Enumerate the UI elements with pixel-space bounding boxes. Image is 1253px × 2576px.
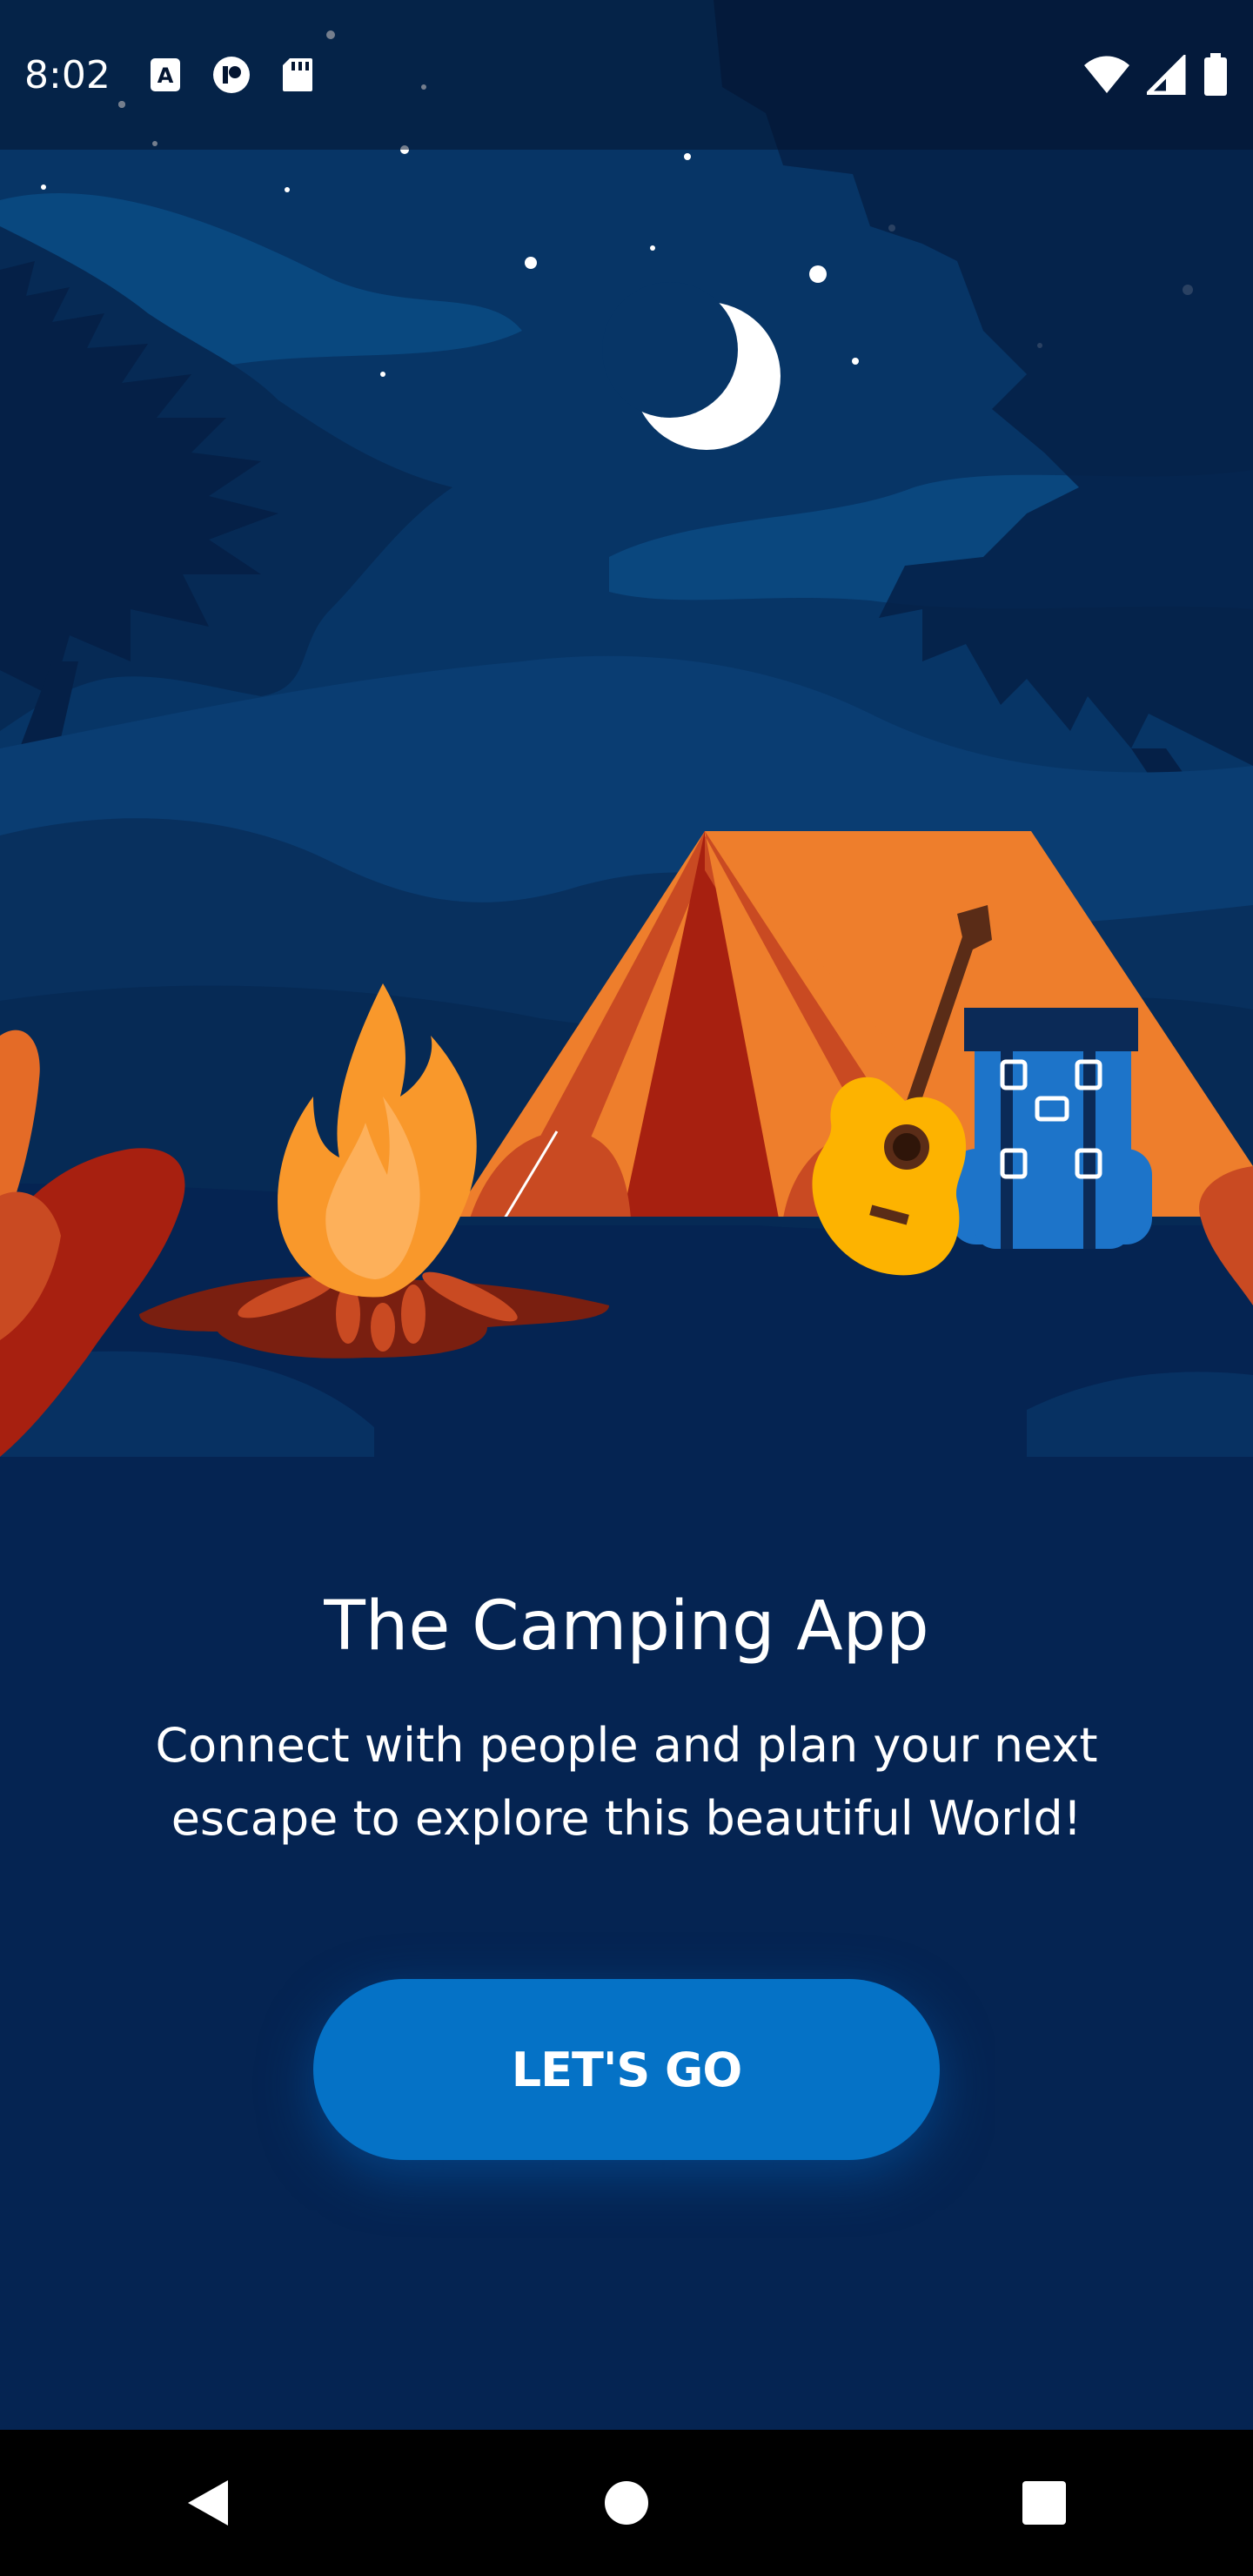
recents-button[interactable] <box>992 2451 1096 2555</box>
back-icon <box>188 2480 228 2526</box>
battery-icon <box>1204 53 1227 96</box>
status-time: 8:02 <box>24 52 111 97</box>
navigation-bar <box>0 2430 1253 2576</box>
wifi-icon <box>1084 56 1129 93</box>
sd-card-icon <box>282 58 312 91</box>
keyboard-a-icon: A <box>150 58 180 91</box>
home-button[interactable] <box>574 2451 679 2555</box>
recents-icon <box>1022 2481 1066 2525</box>
app-screen: 8:02 A The Camping App Connect with peop… <box>0 0 1253 2576</box>
backpack <box>950 1008 1152 1249</box>
welcome-content: The Camping App Connect with people and … <box>0 1457 1253 2430</box>
media-app-icon <box>212 57 250 93</box>
status-left: 8:02 A <box>24 53 318 97</box>
back-button[interactable] <box>157 2451 261 2555</box>
page-title: The Camping App <box>324 1587 929 1666</box>
camping-scene <box>0 0 1253 1457</box>
home-icon <box>605 2481 648 2525</box>
status-right <box>1082 53 1229 97</box>
lets-go-button[interactable]: LET'S GO <box>313 1979 940 2160</box>
page-subtitle: Connect with people and plan your next e… <box>155 1718 1098 1846</box>
hero-illustration <box>0 0 1253 1457</box>
signal-icon <box>1147 55 1186 95</box>
svg-text:A: A <box>157 64 174 88</box>
status-bar: 8:02 A <box>0 0 1253 150</box>
notification-icons: A <box>145 55 318 95</box>
